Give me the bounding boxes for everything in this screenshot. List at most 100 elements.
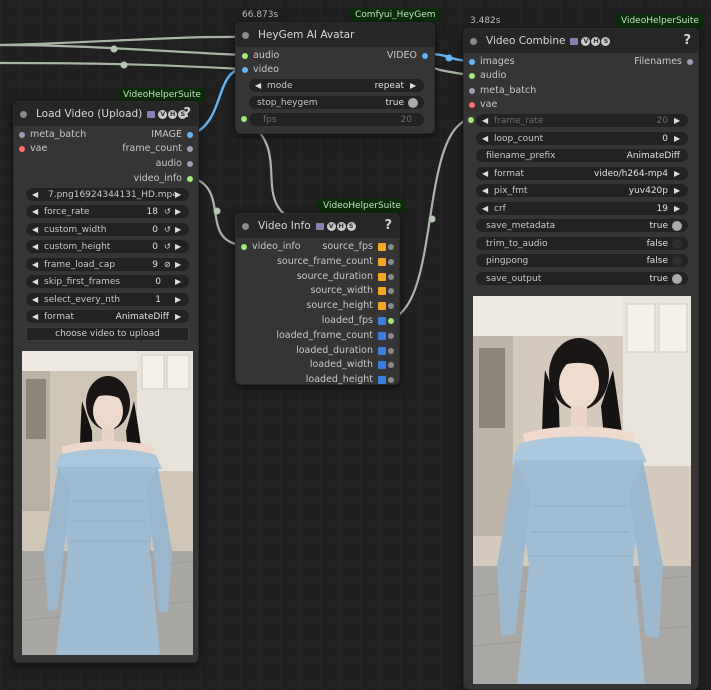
toggle-off-icon[interactable] <box>672 255 682 266</box>
reset-icon[interactable]: ↺ <box>164 242 172 251</box>
arrow-right-icon[interactable]: ▶ <box>175 242 183 251</box>
output-audio[interactable]: audio <box>156 157 195 171</box>
output-source-width[interactable]: source_width <box>311 284 396 298</box>
arrow-right-icon[interactable]: ▶ <box>674 134 682 143</box>
latent-socket-icon[interactable] <box>469 88 475 94</box>
output-socket-icon[interactable] <box>388 332 394 339</box>
arrow-left-icon[interactable]: ◀ <box>32 242 40 251</box>
toggle-on-icon[interactable] <box>408 97 418 108</box>
widget-pix-fmt[interactable]: ◀ pix_fmt yuv420p ▶ <box>476 184 688 197</box>
widget-pingpong[interactable]: pingpong false <box>476 254 688 267</box>
reset-icon[interactable]: ↺ <box>164 207 172 216</box>
widget-select-every-nth[interactable]: ◀ select_every_nth 1 ▶ <box>26 293 189 306</box>
output-source-duration[interactable]: source_duration <box>297 270 396 284</box>
collapse-dot-icon[interactable] <box>242 222 249 230</box>
output-socket-icon[interactable] <box>388 362 394 369</box>
output-video-info[interactable]: video_info <box>133 172 195 186</box>
widget-skip-first-frames[interactable]: ◀ skip_first_frames 0 ▶ <box>26 275 189 288</box>
output-source-fps[interactable]: source_fps <box>322 240 396 254</box>
upload-video-button[interactable]: choose video to upload <box>26 327 189 341</box>
widget-save-metadata[interactable]: save_metadata true <box>476 219 688 232</box>
arrow-right-icon[interactable]: ▶ <box>175 207 183 216</box>
input-video-info[interactable]: video_info <box>239 240 301 254</box>
arrow-right-icon[interactable]: ▶ <box>175 190 183 199</box>
reset-icon[interactable]: ↺ <box>164 225 172 234</box>
input-vae[interactable]: vae <box>17 142 47 156</box>
video-combine-node[interactable]: Video Combine VHS ? images audio meta_ba… <box>463 28 699 690</box>
output-loaded-height[interactable]: loaded_height <box>306 373 396 387</box>
input-audio[interactable]: audio <box>240 49 279 63</box>
latent-socket-icon[interactable] <box>19 132 25 138</box>
arrow-left-icon[interactable]: ◀ <box>32 295 40 304</box>
collapse-dot-icon[interactable] <box>20 110 27 118</box>
video-info-socket-icon[interactable] <box>241 244 247 250</box>
arrow-right-icon[interactable]: ▶ <box>674 116 682 125</box>
image-socket-icon[interactable] <box>422 53 428 59</box>
heygem-node[interactable]: HeyGem AI Avatar audio video VIDEO ◀ mod… <box>235 22 435 134</box>
output-loaded-duration[interactable]: loaded_duration <box>296 344 396 358</box>
arrow-right-icon[interactable]: ▶ <box>175 260 183 269</box>
arrow-right-icon[interactable]: ▶ <box>674 169 682 178</box>
widget-custom-height[interactable]: ◀ custom_height 0 ↺ ▶ <box>26 240 189 253</box>
arrow-left-icon[interactable]: ◀ <box>482 204 490 213</box>
widget-force-rate[interactable]: ◀ force_rate 18 ↺ ▶ <box>26 205 189 218</box>
widget-crf[interactable]: ◀ crf 19 ▶ <box>476 202 688 215</box>
input-meta-batch[interactable]: meta_batch <box>467 84 536 98</box>
arrow-right-icon[interactable]: ▶ <box>175 225 183 234</box>
load-video-node[interactable]: Load Video (Upload) VHS ? meta_batch vae… <box>13 101 199 663</box>
help-icon[interactable]: ? <box>384 218 392 233</box>
audio-socket-icon[interactable] <box>187 161 193 167</box>
widget-mode[interactable]: ◀ mode repeat ▶ <box>249 79 424 92</box>
output-socket-icon[interactable] <box>388 244 394 250</box>
arrow-left-icon[interactable]: ◀ <box>32 260 40 269</box>
widget-fps[interactable]: fps 20 <box>241 113 424 126</box>
node-header[interactable]: Video Combine VHS ? <box>464 29 698 53</box>
node-header[interactable]: HeyGem AI Avatar <box>236 23 434 47</box>
audio-socket-icon[interactable] <box>469 73 475 79</box>
output-socket-icon[interactable] <box>388 347 394 354</box>
collapse-dot-icon[interactable] <box>470 37 477 45</box>
widget-format[interactable]: ◀ format AnimateDiff ▶ <box>26 310 189 323</box>
output-loaded-fps[interactable]: loaded_fps <box>322 314 396 328</box>
toggle-off-icon[interactable] <box>672 238 682 249</box>
collapse-dot-icon[interactable] <box>242 31 249 39</box>
output-socket-icon[interactable] <box>388 258 394 265</box>
output-socket-icon[interactable] <box>388 318 394 324</box>
widget-filename-prefix[interactable]: filename_prefix AnimateDiff <box>476 149 688 162</box>
widget-video-file[interactable]: ◀ 7.png16924344131_HD.mp4 ▶ <box>26 188 189 201</box>
image-socket-icon[interactable] <box>469 59 475 65</box>
arrow-left-icon[interactable]: ◀ <box>32 190 40 199</box>
output-socket-icon[interactable] <box>388 377 394 384</box>
widget-loop-count[interactable]: ◀ loop_count 0 ▶ <box>476 132 688 145</box>
output-image[interactable]: IMAGE <box>151 128 195 142</box>
arrow-right-icon[interactable]: ▶ <box>175 277 183 286</box>
arrow-right-icon[interactable]: ▶ <box>410 81 418 90</box>
video-preview[interactable] <box>22 351 193 655</box>
output-source-frame-count[interactable]: source_frame_count <box>277 255 396 269</box>
output-frame-count[interactable]: frame_count <box>122 142 195 156</box>
node-header[interactable]: Video Info VHS ? <box>236 214 399 238</box>
arrow-right-icon[interactable]: ▶ <box>175 295 183 304</box>
int-socket-icon[interactable] <box>187 146 193 152</box>
input-meta-batch[interactable]: meta_batch <box>17 128 86 142</box>
output-source-height[interactable]: source_height <box>306 299 396 313</box>
widget-frame-rate[interactable]: ◀ frame_rate 20 ▶ <box>468 114 688 127</box>
arrow-right-icon[interactable]: ▶ <box>175 312 183 321</box>
arrow-left-icon[interactable]: ◀ <box>32 277 40 286</box>
output-loaded-frame-count[interactable]: loaded_frame_count <box>276 329 396 343</box>
arrow-right-icon[interactable]: ▶ <box>674 186 682 195</box>
video-info-socket-icon[interactable] <box>187 176 193 182</box>
input-audio[interactable]: audio <box>467 69 506 83</box>
widget-custom-width[interactable]: ◀ custom_width 0 ↺ ▶ <box>26 223 189 236</box>
help-icon[interactable]: ? <box>683 33 691 48</box>
arrow-left-icon[interactable]: ◀ <box>255 81 263 90</box>
input-images[interactable]: images <box>467 55 515 69</box>
widget-stop-heygem[interactable]: stop_heygem true <box>249 96 424 109</box>
output-video-preview[interactable] <box>473 296 691 684</box>
output-socket-icon[interactable] <box>388 303 394 310</box>
output-video[interactable]: VIDEO <box>387 49 430 63</box>
arrow-left-icon[interactable]: ◀ <box>482 169 490 178</box>
arrow-left-icon[interactable]: ◀ <box>32 207 40 216</box>
arrow-left-icon[interactable]: ◀ <box>32 225 40 234</box>
converted-input-socket-icon[interactable] <box>241 116 247 122</box>
